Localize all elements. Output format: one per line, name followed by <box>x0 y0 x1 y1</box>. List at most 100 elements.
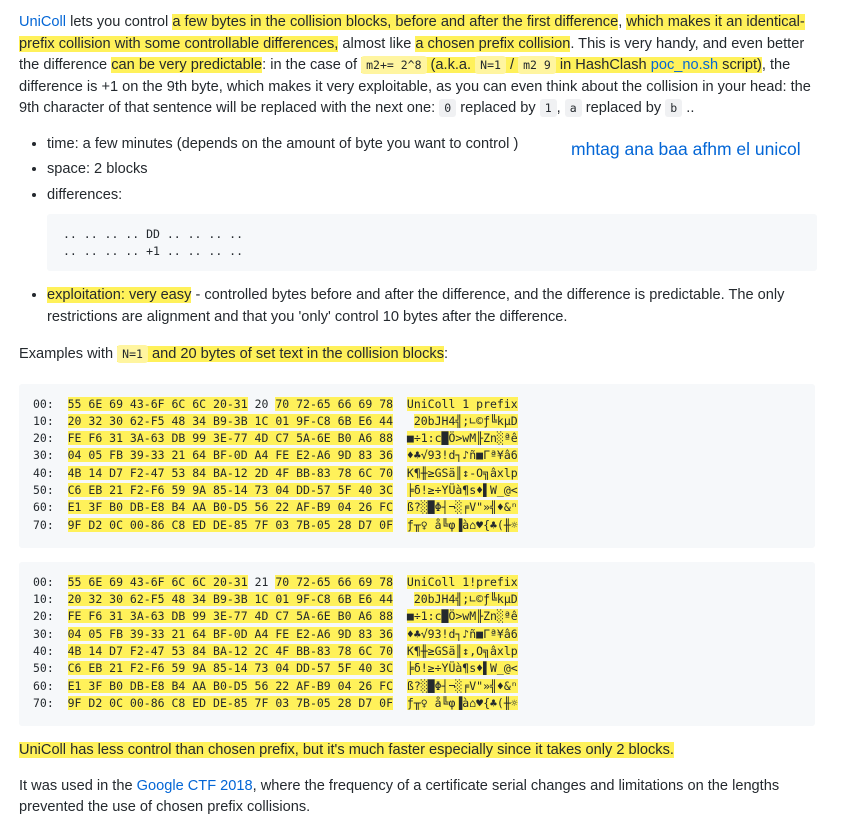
summary-paragraph: UniColl has less control than chosen pre… <box>19 740 817 762</box>
differences-label: differences: <box>47 186 123 203</box>
hex-bytes: C6 EB 21 F2-F6 59 9A 85-14 73 04 DD-57 5… <box>67 482 394 497</box>
exploitation-list: exploitation: very easy - controlled byt… <box>19 285 817 328</box>
hex-gap <box>393 679 407 693</box>
list-item-space: space: 2 blocks <box>47 159 817 181</box>
hex-row: 20: FE F6 31 3A-63 DB 99 3E-77 4D C7 5A-… <box>33 608 801 625</box>
hex-offset: 40: <box>33 465 68 480</box>
hex-ascii: K¶╫≥GSä║↕,O╗âxlp <box>406 644 518 659</box>
hex-offset: 50: <box>33 482 68 497</box>
hex-bytes-tail: 70 72-65 66 69 78 <box>275 574 394 589</box>
examples-colon: : <box>444 346 449 362</box>
code-zero: 0 <box>439 99 457 117</box>
diff-line-1: .. .. .. .. DD .. .. .. .. <box>63 227 244 241</box>
hex-gap <box>393 414 414 428</box>
code-a: a <box>564 99 582 117</box>
hex-gap <box>393 696 407 710</box>
intro-text-9: replaced by <box>581 100 666 116</box>
unicoll-link[interactable]: UniColl <box>19 14 66 30</box>
hex-diff-byte: 20 <box>247 396 276 411</box>
ctf-paragraph: It was used in the Google CTF 2018, wher… <box>19 776 817 819</box>
handwritten-annotation: mhtag ana baa afhm el unicol <box>571 139 801 159</box>
hex-bytes: E1 3F B0 DB-E8 B4 AA B0-D5 56 22 AF-B9 0… <box>67 678 394 693</box>
hex-gap <box>393 483 407 497</box>
diff-line-2: .. .. .. .. +1 .. .. .. .. <box>63 243 244 258</box>
hex-offset: 00: <box>33 396 68 411</box>
intro-highlight-5: m2+= 2^8 (a.k.a. N=1 / m2 9 in HashClash… <box>361 56 762 74</box>
hex-gap <box>393 500 407 514</box>
hex-gap <box>393 431 407 445</box>
hex-gap <box>393 518 407 532</box>
summary-text: niColl has less control than chosen pref… <box>29 742 674 759</box>
code-one: 1 <box>539 99 557 117</box>
hex-ascii: 20bJH4╣;∟©ƒ╚kµD <box>413 413 518 428</box>
code-b: b <box>665 99 683 117</box>
hex-bytes: 04 05 FB 39-33 21 64 BF-0D A4 FE E2-A6 9… <box>67 448 394 463</box>
hex-bytes: 4B 14 D7 F2-47 53 84 BA-12 2C 4F BB-83 7… <box>67 644 394 659</box>
intro-text-5: : in the case of <box>262 57 362 73</box>
intro-highlight-3: a chosen prefix collision <box>415 35 571 52</box>
hex-row: 10: 20 32 30 62-F5 48 34 B9-3B 1C 01 9F-… <box>33 591 801 608</box>
hex-offset: 40: <box>33 644 68 659</box>
examples-highlight: N=1 and 20 bytes of set text in the coll… <box>117 345 445 363</box>
hex-bytes-tail: 70 72-65 66 69 78 <box>275 396 394 411</box>
hex-offset: 20: <box>33 609 68 624</box>
hex-bytes: 4B 14 D7 F2-47 53 84 BA-12 2D 4F BB-83 7… <box>67 465 394 480</box>
hex-ascii: ß?░█Φ┤¬░╒V"»╣♦&ⁿ <box>406 678 518 693</box>
hex-row: 10: 20 32 30 62-F5 48 34 B9-3B 1C 01 9F-… <box>33 413 801 430</box>
hex-bytes: 20 32 30 62-F5 48 34 B9-3B 1C 01 9F-C8 6… <box>67 413 394 428</box>
intro-highlight-1: a few bytes in the collision blocks, bef… <box>172 14 619 30</box>
hex-offset: 30: <box>33 626 68 641</box>
hex-row: 60: E1 3F B0 DB-E8 B4 AA B0-D5 56 22 AF-… <box>33 678 801 695</box>
hex-bytes: 9F D2 0C 00-86 C8 ED DE-85 7F 03 7B-05 2… <box>67 695 394 710</box>
hex-row: 30: 04 05 FB 39-33 21 64 BF-0D A4 FE E2-… <box>33 447 801 464</box>
hex-offset: 70: <box>33 517 68 532</box>
hex-offset: 50: <box>33 661 68 676</box>
code-m2-9: m2 9 <box>518 56 556 74</box>
hex-offset: 60: <box>33 500 68 515</box>
intro-script-text: script) <box>718 57 762 73</box>
article-content: UniColl lets you control a few bytes in … <box>19 12 817 819</box>
list-item-exploitation: exploitation: very easy - controlled byt… <box>47 285 817 328</box>
hex-diff-byte: 21 <box>247 574 276 589</box>
hex-row: 40: 4B 14 D7 F2-47 53 84 BA-12 2C 4F BB-… <box>33 643 801 660</box>
hex-offset: 10: <box>33 413 68 428</box>
hex-row: 50: C6 EB 21 F2-F6 59 9A 85-14 73 04 DD-… <box>33 660 801 677</box>
hex-ascii: 20bJH4╣;∟©ƒ╚kµD <box>413 592 518 607</box>
hex-bytes: FE F6 31 3A-63 DB 99 3E-77 4D C7 5A-6E B… <box>67 609 394 624</box>
hex-row: 00: 55 6E 69 43-6F 6C 6C 20-31 21 70 72-… <box>33 574 801 591</box>
hex-row: 50: C6 EB 21 F2-F6 59 9A 85-14 73 04 DD-… <box>33 482 801 499</box>
hex-ascii: ß?░█Φ┤¬░╒V"»╣♦&ⁿ <box>406 500 518 515</box>
hex-row: 70: 9F D2 0C 00-86 C8 ED DE-85 7F 03 7B-… <box>33 517 801 534</box>
hex-ascii: ╞δ!≥÷YÜà¶s♦▌W_@< <box>406 482 518 497</box>
hex-row: 60: E1 3F B0 DB-E8 B4 AA B0-D5 56 22 AF-… <box>33 499 801 516</box>
exploitation-label: exploitation: very easy <box>47 287 192 303</box>
ctf-text-1: It was used in the <box>19 777 137 794</box>
examples-paragraph: Examples with N=1 and 20 bytes of set te… <box>19 344 817 366</box>
hex-row: 40: 4B 14 D7 F2-47 53 84 BA-12 2D 4F BB-… <box>33 465 801 482</box>
hex-offset: 70: <box>33 695 68 710</box>
intro-text-3: almost like <box>338 35 416 52</box>
hex-gap <box>393 609 407 623</box>
hex-offset: 00: <box>33 574 68 589</box>
hex-offset: 60: <box>33 678 68 693</box>
hex-row: 30: 04 05 FB 39-33 21 64 BF-0D A4 FE E2-… <box>33 626 801 643</box>
hex-ascii: ƒ╥♀ å╚φ▐à⌂♥{♣(╫☼ <box>406 695 518 710</box>
intro-highlight-4: can be very predictable <box>111 57 263 73</box>
hex-bytes: 55 6E 69 43-6F 6C 6C 20-31 <box>67 396 248 411</box>
google-ctf-link[interactable]: Google CTF 2018 <box>137 778 253 794</box>
intro-aka-text: (a.k.a. <box>426 57 476 73</box>
hex-ascii: ♦♣√93!d┐♪ñ■Γª¥â6 <box>406 626 518 641</box>
hex-dump-block-1: 00: 55 6E 69 43-6F 6C 6C 20-31 20 70 72-… <box>19 383 815 548</box>
hex-gap <box>393 661 407 675</box>
hex-gap <box>393 575 407 589</box>
poc-no-sh-link[interactable]: poc_no.sh <box>651 57 718 73</box>
summary-first-letter: U <box>19 742 30 759</box>
hex-gap <box>393 448 407 462</box>
hex-bytes: 9F D2 0C 00-86 C8 ED DE-85 7F 03 7B-05 2… <box>67 517 394 532</box>
hex-ascii: ╞δ!≥÷YÜà¶s♦▌W_@< <box>406 661 518 676</box>
hex-ascii: ƒ╥♀ å╚φ▐à⌂♥{♣(╫☼ <box>406 517 518 532</box>
hex-bytes: C6 EB 21 F2-F6 59 9A 85-14 73 04 DD-57 5… <box>67 661 394 676</box>
code-n1-examples: N=1 <box>117 345 148 363</box>
hex-bytes: E1 3F B0 DB-E8 B4 AA B0-D5 56 22 AF-B9 0… <box>67 500 394 515</box>
hex-bytes: 04 05 FB 39-33 21 64 BF-0D A4 FE E2-A6 9… <box>67 626 394 641</box>
